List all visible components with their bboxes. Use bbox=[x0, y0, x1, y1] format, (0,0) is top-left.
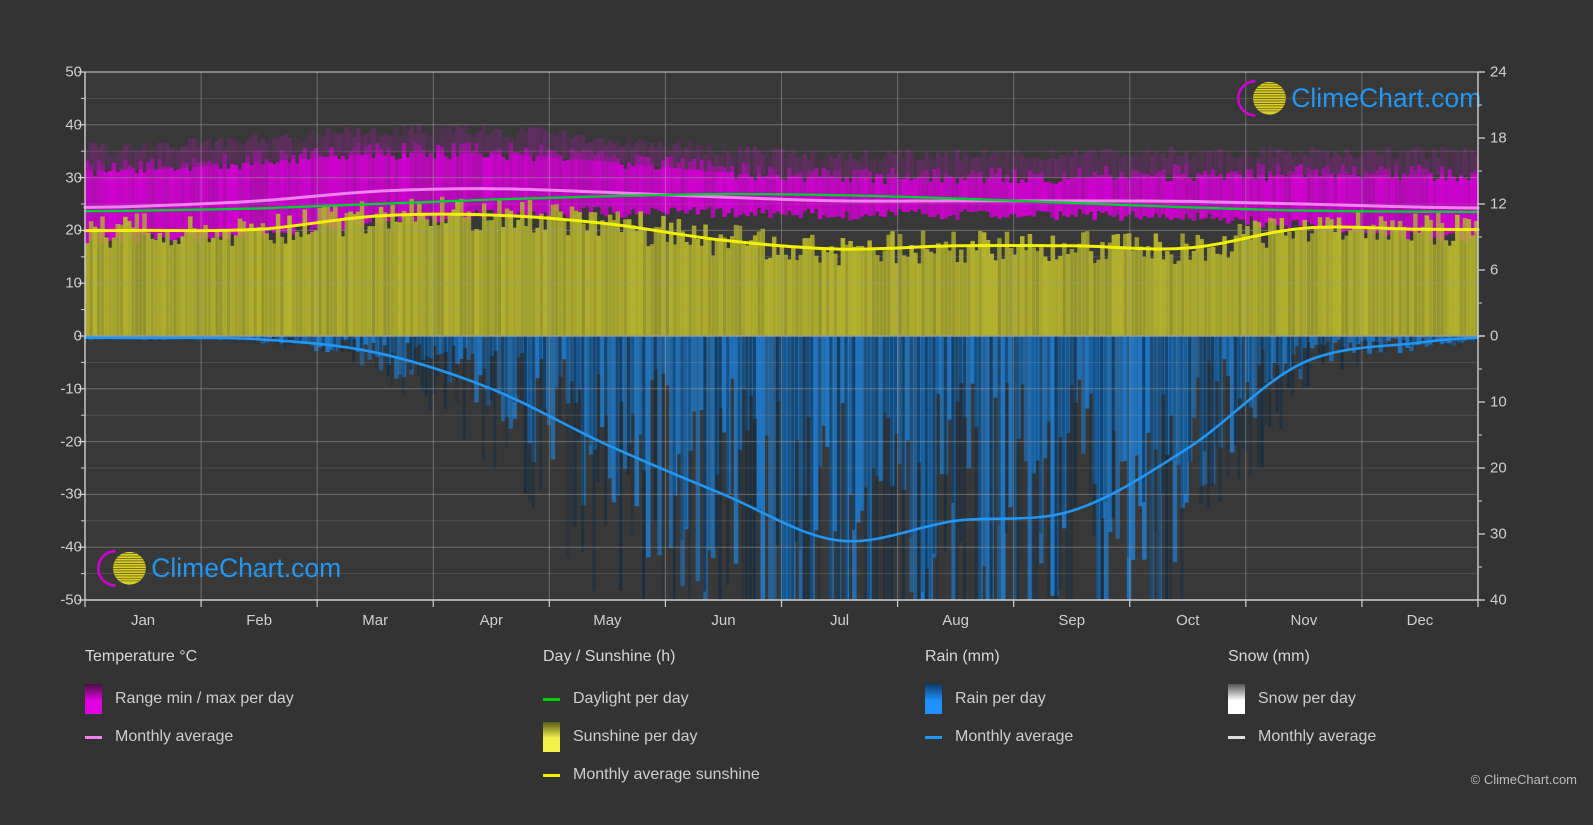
y-axis-left-tick: 40 bbox=[65, 116, 82, 134]
y-axis-left-tick: 30 bbox=[65, 169, 82, 187]
x-axis-tick-mar: Mar bbox=[362, 612, 389, 629]
legend-swatch-box bbox=[543, 722, 560, 752]
x-axis-tick-apr: Apr bbox=[479, 612, 503, 629]
svg-text:ClimeChart.com: ClimeChart.com bbox=[1291, 83, 1481, 113]
legend-item-label: Rain per day bbox=[955, 690, 1046, 707]
legend-item-label: Daylight per day bbox=[573, 690, 689, 707]
legend-group-title: Rain (mm) bbox=[925, 648, 1000, 665]
legend-item-label: Monthly average bbox=[1258, 728, 1377, 745]
legend-group-rain-mm: Rain (mm) Rain per day Monthly average bbox=[925, 648, 1073, 756]
legend-item[interactable]: Daylight per day bbox=[543, 680, 760, 718]
legend-item-label: Monthly average bbox=[115, 728, 234, 745]
legend-swatch-line bbox=[925, 735, 942, 739]
y-axis-right-rain-snow-tick: 40 bbox=[1490, 591, 1507, 609]
y-axis-right-rain-snow-tick: 30 bbox=[1490, 525, 1507, 543]
y-axis-left-tick: 50 bbox=[65, 63, 82, 81]
legend-item[interactable]: Rain per day bbox=[925, 680, 1073, 718]
y-axis-right-day-sunshine-tick: 12 bbox=[1490, 195, 1507, 213]
watermark-logo-bottom-left: ClimeChart.com bbox=[96, 549, 341, 587]
legend-item[interactable]: Sunshine per day bbox=[543, 718, 760, 756]
y-axis-left-tick: -50 bbox=[60, 591, 82, 609]
legend-group-title: Day / Sunshine (h) bbox=[543, 648, 676, 665]
y-axis-left-tick: 20 bbox=[65, 221, 82, 239]
x-axis-tick-jul: Jul bbox=[829, 612, 850, 629]
watermark-logo-top-right: ClimeChart.com bbox=[1236, 79, 1481, 117]
y-axis-left-tick: -40 bbox=[60, 538, 82, 556]
y-axis-left-tick: 10 bbox=[65, 274, 82, 292]
legend-item[interactable]: Monthly average bbox=[85, 718, 294, 756]
x-axis-tick-jan: Jan bbox=[130, 612, 156, 629]
legend-group-title: Snow (mm) bbox=[1228, 648, 1310, 665]
x-axis-tick-jun: Jun bbox=[711, 612, 736, 629]
legend-swatch-line bbox=[1228, 735, 1245, 739]
x-axis-tick-oct: Oct bbox=[1176, 612, 1200, 629]
legend-swatch-box bbox=[85, 684, 102, 714]
x-axis-tick-dec: Dec bbox=[1406, 612, 1434, 629]
svg-text:ClimeChart.com: ClimeChart.com bbox=[151, 553, 341, 583]
y-axis-right-rain-snow-tick: 20 bbox=[1490, 459, 1507, 477]
legend-group-day-sunshine-h: Day / Sunshine (h) Daylight per day Sunshi… bbox=[543, 648, 760, 794]
legend-swatch-line bbox=[543, 697, 560, 701]
legend-item-label: Monthly average sunshine bbox=[573, 766, 760, 783]
legend-group-title: Temperature °C bbox=[85, 648, 198, 665]
y-axis-left-tick: -20 bbox=[60, 433, 82, 451]
legend-item-label: Snow per day bbox=[1258, 690, 1356, 707]
y-axis-right-rain-snow-tick: 10 bbox=[1490, 393, 1507, 411]
legend-group-temperature-c: Temperature °C Range min / max per day Mon… bbox=[85, 648, 294, 756]
legend-item[interactable]: Monthly average bbox=[925, 718, 1073, 756]
legend-item[interactable]: Range min / max per day bbox=[85, 680, 294, 718]
legend-item[interactable]: Monthly average sunshine bbox=[543, 756, 760, 794]
x-axis-tick-aug: Aug bbox=[942, 612, 969, 629]
x-axis-tick-feb: Feb bbox=[246, 612, 273, 629]
copyright-text: © ClimeChart.com bbox=[1470, 772, 1577, 787]
y-axis-left-tick: -10 bbox=[60, 380, 82, 398]
x-axis-tick-nov: Nov bbox=[1290, 612, 1318, 629]
y-axis-right-day-sunshine-tick: 0 bbox=[1490, 327, 1499, 345]
y-axis-right-day-sunshine-tick: 24 bbox=[1490, 63, 1507, 81]
legend-item-label: Range min / max per day bbox=[115, 690, 294, 707]
y-axis-right-day-sunshine-tick: 6 bbox=[1490, 261, 1499, 279]
y-axis-right-day-sunshine-tick: 18 bbox=[1490, 129, 1507, 147]
legend-swatch-box bbox=[925, 684, 942, 714]
chart-legend: Temperature °C Range min / max per day Mon… bbox=[0, 648, 1593, 825]
x-axis-tick-sep: Sep bbox=[1058, 612, 1086, 629]
legend-group-snow-mm: Snow (mm) Snow per day Monthly average bbox=[1228, 648, 1376, 756]
y-axis-left-tick: -30 bbox=[60, 485, 82, 503]
legend-item-label: Sunshine per day bbox=[573, 728, 698, 745]
legend-item-label: Monthly average bbox=[955, 728, 1074, 745]
y-axis-left-tick: 0 bbox=[73, 327, 82, 345]
legend-swatch-line bbox=[543, 773, 560, 777]
x-axis-tick-may: May bbox=[593, 612, 622, 629]
legend-swatch-box bbox=[1228, 684, 1245, 714]
legend-swatch-line bbox=[85, 735, 102, 739]
legend-item[interactable]: Monthly average bbox=[1228, 718, 1376, 756]
legend-item[interactable]: Snow per day bbox=[1228, 680, 1376, 718]
